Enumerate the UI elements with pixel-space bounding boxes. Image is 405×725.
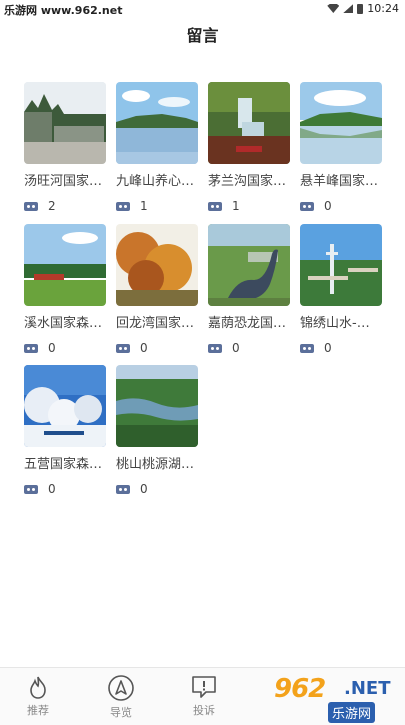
comment-count-value: 0 bbox=[48, 341, 56, 355]
comment-icon bbox=[24, 484, 38, 494]
scenic-card[interactable]: 嘉荫恐龙国… 0 bbox=[208, 224, 290, 355]
scenic-card[interactable]: 茅兰沟国家… 1 bbox=[208, 82, 290, 213]
scenic-title: 桃山桃源湖… bbox=[116, 457, 195, 472]
tab-complaint[interactable]: 投诉 bbox=[174, 674, 234, 718]
tab-guide[interactable]: 导览 bbox=[91, 674, 151, 720]
comment-count-value: 0 bbox=[140, 341, 148, 355]
status-indicators: 10:24 bbox=[327, 2, 399, 15]
scenic-card[interactable]: 锦绣山水-… 0 bbox=[300, 224, 382, 355]
status-bar: 乐游网 www.962.net 10:24 bbox=[0, 0, 405, 18]
status-site-text: 乐游网 www.962.net bbox=[4, 4, 123, 17]
status-time: 10:24 bbox=[367, 2, 399, 15]
wifi-icon bbox=[327, 4, 340, 13]
scenic-card[interactable]: 溪水国家森… 0 bbox=[24, 224, 106, 355]
comment-count-value: 0 bbox=[140, 482, 148, 496]
scenic-title: 九峰山养心… bbox=[116, 174, 195, 189]
comment-icon bbox=[24, 201, 38, 211]
comment-count-value: 1 bbox=[140, 199, 148, 213]
site-watermark: 962 .NET 乐游网 bbox=[268, 672, 405, 725]
scenic-title: 悬羊峰国家… bbox=[300, 174, 379, 189]
scenic-thumbnail bbox=[300, 224, 382, 306]
comment-count: 1 bbox=[208, 199, 290, 213]
navigation-icon bbox=[108, 675, 134, 701]
scenic-card[interactable]: 桃山桃源湖… 0 bbox=[116, 365, 198, 496]
comment-count-value: 0 bbox=[48, 482, 56, 496]
tab-label: 投诉 bbox=[193, 704, 215, 717]
scenic-title: 溪水国家森… bbox=[24, 316, 103, 331]
comment-count-value: 1 bbox=[232, 199, 240, 213]
scenic-title: 汤旺河国家… bbox=[24, 174, 103, 189]
comment-icon bbox=[300, 201, 314, 211]
comment-count-value: 0 bbox=[232, 341, 240, 355]
scenic-card[interactable]: 五营国家森… 0 bbox=[24, 365, 106, 496]
comment-icon bbox=[116, 484, 130, 494]
scenic-title: 五营国家森… bbox=[24, 457, 103, 472]
comment-count-value: 0 bbox=[324, 199, 332, 213]
watermark-net: .NET bbox=[344, 678, 391, 699]
comment-icon bbox=[116, 343, 130, 353]
scenic-thumbnail bbox=[208, 224, 290, 306]
scenic-thumbnail bbox=[24, 82, 106, 164]
scenic-title: 茅兰沟国家… bbox=[208, 174, 287, 189]
scenic-card[interactable]: 汤旺河国家… 2 bbox=[24, 82, 106, 213]
comment-icon bbox=[24, 343, 38, 353]
complaint-icon bbox=[192, 676, 216, 698]
watermark-sub: 乐游网 bbox=[328, 702, 376, 723]
tab-label: 导览 bbox=[110, 706, 132, 719]
comment-count: 0 bbox=[24, 341, 106, 355]
scenic-thumbnail bbox=[208, 82, 290, 164]
scenic-thumbnail bbox=[24, 224, 106, 306]
comment-count: 0 bbox=[300, 199, 382, 213]
comment-count: 0 bbox=[116, 341, 198, 355]
comment-count: 0 bbox=[300, 341, 382, 355]
signal-icon bbox=[343, 4, 354, 13]
tab-recommend[interactable]: 推荐 bbox=[8, 674, 68, 718]
scenic-thumbnail bbox=[24, 365, 106, 447]
page-title: 留言 bbox=[186, 26, 219, 45]
tab-label: 推荐 bbox=[27, 704, 49, 717]
comment-count-value: 2 bbox=[48, 199, 56, 213]
fire-icon bbox=[30, 676, 46, 699]
comment-count: 0 bbox=[24, 482, 106, 496]
battery-icon bbox=[357, 3, 364, 14]
scenic-thumbnail bbox=[116, 365, 198, 447]
scenic-card[interactable]: 悬羊峰国家… 0 bbox=[300, 82, 382, 213]
comment-icon bbox=[300, 343, 314, 353]
comment-icon bbox=[208, 201, 222, 211]
scenic-thumbnail bbox=[116, 224, 198, 306]
comment-count: 2 bbox=[24, 199, 106, 213]
watermark-logo: 962 bbox=[274, 674, 326, 704]
scenic-title: 嘉荫恐龙国… bbox=[208, 316, 287, 331]
scenic-title: 锦绣山水-… bbox=[300, 316, 370, 331]
comment-count-value: 0 bbox=[324, 341, 332, 355]
scenic-thumbnail bbox=[300, 82, 382, 164]
scenic-title: 回龙湾国家… bbox=[116, 316, 195, 331]
scenic-thumbnail bbox=[116, 82, 198, 164]
comment-count: 0 bbox=[116, 482, 198, 496]
comment-icon bbox=[208, 343, 222, 353]
comment-count: 1 bbox=[116, 199, 198, 213]
comment-icon bbox=[116, 201, 130, 211]
comment-count: 0 bbox=[208, 341, 290, 355]
scenic-card[interactable]: 九峰山养心… 1 bbox=[116, 82, 198, 213]
scenic-card[interactable]: 回龙湾国家… 0 bbox=[116, 224, 198, 355]
